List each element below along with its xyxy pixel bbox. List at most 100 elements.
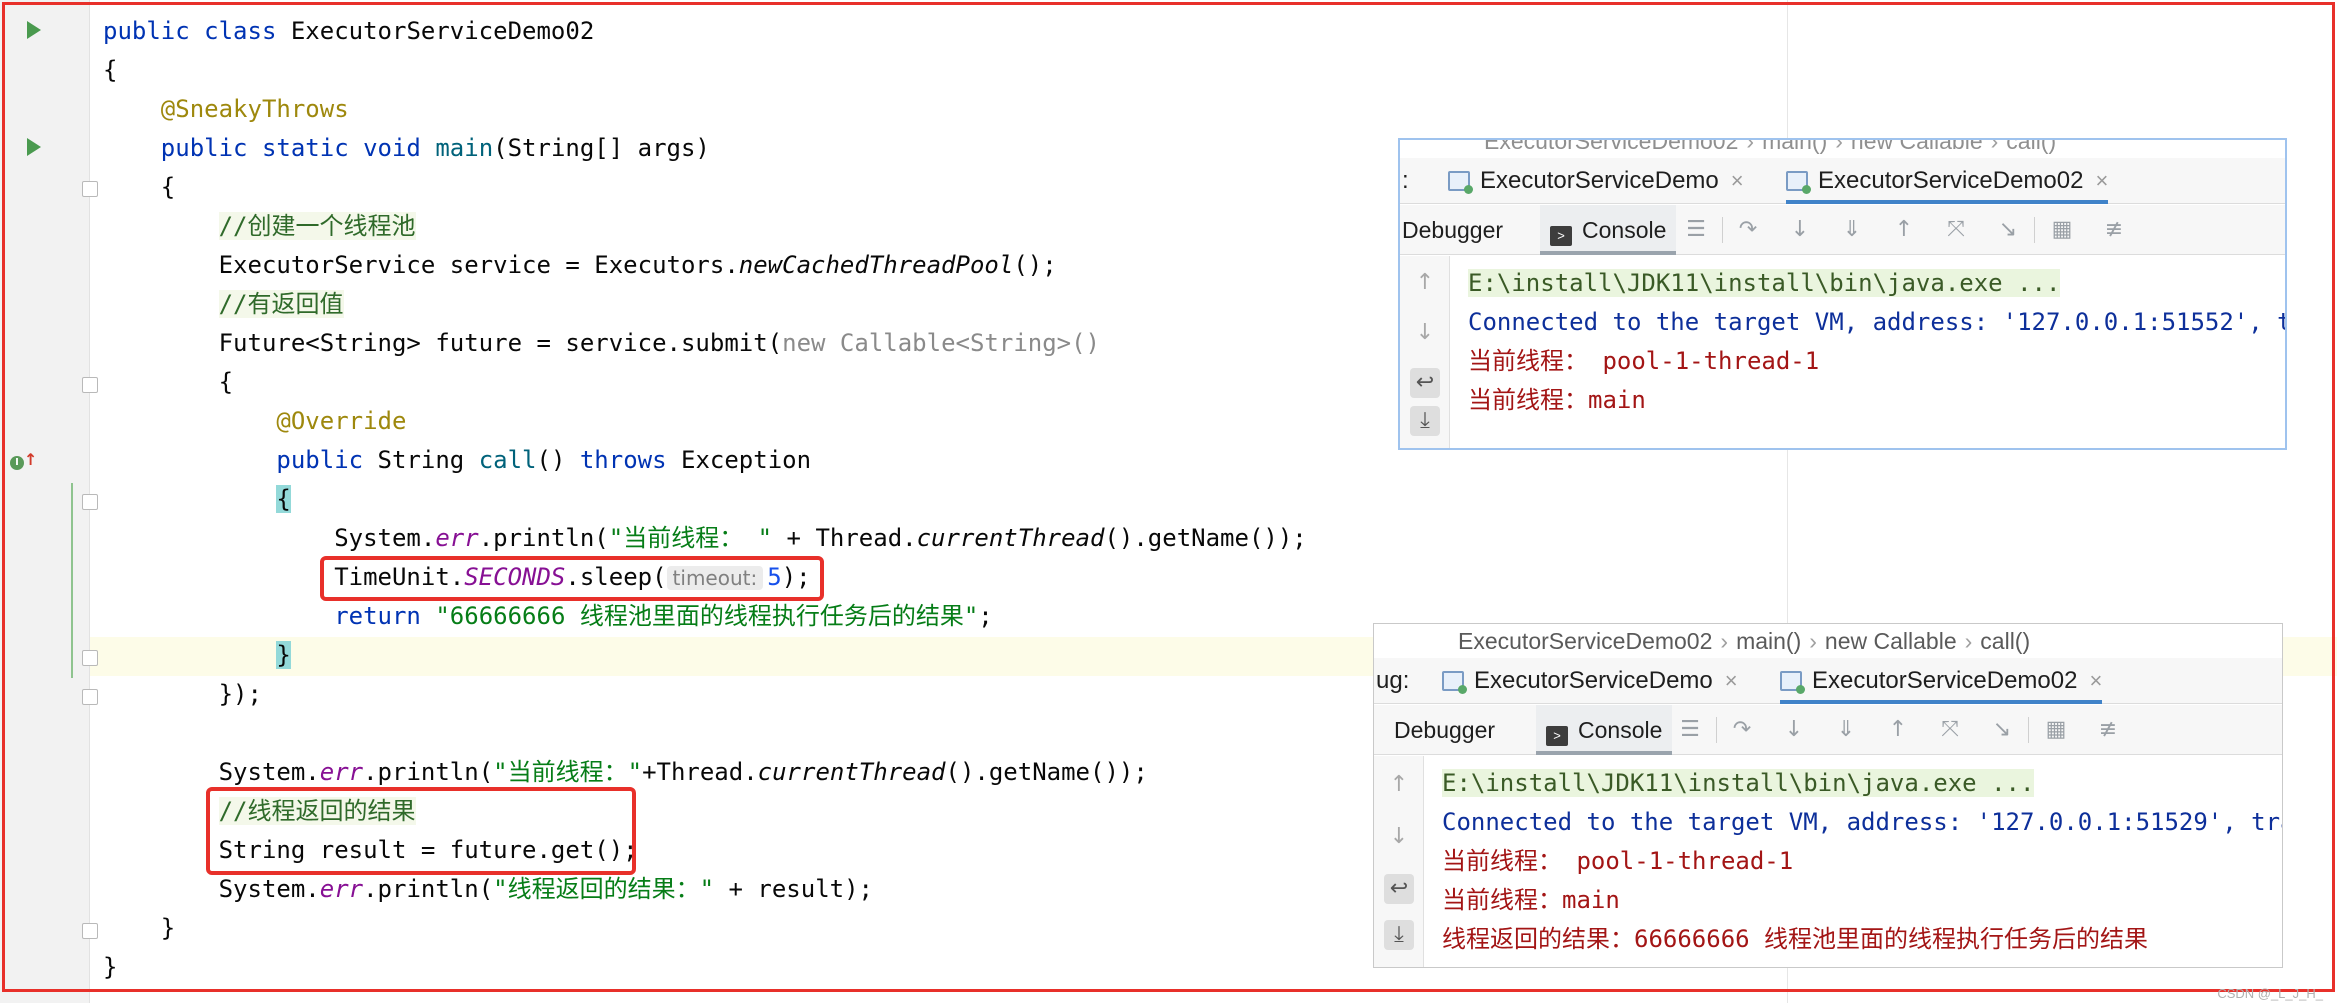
menu-icon[interactable]: ☰ [1676,716,1704,744]
run-class-icon[interactable] [27,21,41,39]
run-main-icon[interactable] [27,138,41,156]
override-annotation: @Override [276,407,407,435]
trace-icon[interactable]: ≢ [2094,716,2122,744]
tab-executor-service-demo[interactable]: ExecutorServiceDemo × [1442,658,1738,704]
fold-main-end-icon[interactable] [82,923,98,939]
debugger-tab[interactable]: Debugger [1402,205,1503,255]
run-config-icon [1786,171,1811,194]
step-into-icon[interactable]: ↓ [1786,216,1814,244]
up-arrow-icon[interactable]: ↑ [1384,770,1414,800]
run-to-cursor-icon[interactable]: ↘ [1994,216,2022,244]
throws-keyword: throws [579,446,667,474]
comment-create-pool: //创建一个线程池 [218,212,416,240]
up-arrow-icon[interactable]: ↑ [1410,268,1440,298]
down-arrow-icon[interactable]: ↓ [1384,822,1414,852]
trace-icon[interactable]: ≢ [2100,216,2128,244]
console-tab[interactable]: > Console [1536,705,1673,755]
matched-brace-open: { [276,485,291,513]
crumb-call[interactable]: call() [1980,628,2030,654]
breadcrumb: ExecutorServiceDemo02 › main() › new Callabl… [1374,624,2282,658]
evaluate-icon[interactable]: ▦ [2048,216,2076,244]
drop-frame-icon[interactable]: ⤧ [1936,716,1964,744]
comment-has-return: //有返回值 [218,290,344,318]
editor-gutter [0,0,90,1003]
crumb-class[interactable]: ExecutorServiceDemo02 [1458,628,1712,654]
debug-panel-1[interactable]: ExecutorServiceDemo02 › main() › new Callabl… [1398,138,2287,450]
close-icon[interactable]: × [1731,168,1744,193]
println2-end: ().getName()); [945,758,1148,786]
tab-executor-service-demo02[interactable]: ExecutorServiceDemo02 × [1780,658,2103,704]
drop-frame-icon[interactable]: ⤧ [1942,216,1970,244]
future-get-highlight-box [206,787,636,875]
crumb-method[interactable]: main() [1762,140,1827,154]
step-out-icon[interactable]: ↑ [1884,716,1912,744]
down-arrow-icon[interactable]: ↓ [1410,318,1440,348]
call-exception: Exception [666,446,812,474]
code-line-8: //有返回值 [103,285,344,324]
force-step-into-icon[interactable]: ⇓ [1832,716,1860,744]
fold-anon-end-icon[interactable] [82,689,98,705]
debugger-tab[interactable]: Debugger [1394,705,1495,755]
vcs-change-marker [71,483,73,678]
close-icon[interactable]: × [1725,668,1738,693]
code-line-18: }); [103,675,262,714]
fold-call-end-icon[interactable] [82,650,98,666]
console-tab[interactable]: > Console [1540,205,1677,255]
console-side-strip: ↑ ↓ ↩ ⤓ [1400,256,1450,448]
console-label: Console [1582,217,1667,243]
step-out-icon[interactable]: ↑ [1890,216,1918,244]
implements-method-icon[interactable]: I ↑ [10,450,37,470]
step-into-icon[interactable]: ↓ [1780,716,1808,744]
println1-err-field: err [435,524,479,552]
force-step-into-icon[interactable]: ⇓ [1838,216,1866,244]
fold-anon-class-icon[interactable] [82,377,98,393]
return-string: "66666666 线程池里面的线程执行任务后的结果" [435,602,979,630]
evaluate-icon[interactable]: ▦ [2042,716,2070,744]
tab-executor-service-demo[interactable]: ExecutorServiceDemo × [1448,158,1744,204]
code-line-9: Future<String> future = service.submit(n… [103,324,1100,363]
close-icon[interactable]: × [2089,668,2102,693]
tab-executor-service-demo02[interactable]: ExecutorServiceDemo02 × [1786,158,2109,204]
code-line-2: { [103,56,118,84]
tab-label: ExecutorServiceDemo02 [1812,667,2078,694]
println2-system: System. [218,758,320,786]
run-to-cursor-icon[interactable]: ↘ [1988,716,2016,744]
debug-tabbar: ug: ExecutorServiceDemo × ExecutorService… [1374,658,2282,704]
step-over-icon[interactable]: ↷ [1734,216,1762,244]
println3-err-field: err [319,875,364,903]
code-line-4: public static void main(String[] args) [160,134,710,162]
soft-wrap-icon[interactable]: ↩ [1410,368,1440,398]
java-command: E:\install\JDK11\install\bin\java.exe ..… [1468,269,2061,297]
println1-string: "当前线程： " [608,524,773,552]
code-line-25: } [103,953,118,981]
crumb-anon[interactable]: new Callable [1851,140,1983,154]
menu-icon[interactable]: ☰ [1682,216,1710,244]
breadcrumb: ExecutorServiceDemo02 › main() › new Callabl… [1400,140,2285,158]
new-callable-folded: new Callable<String>() [782,329,1101,357]
console-icon: > [1550,226,1572,246]
tab-label: ExecutorServiceDemo [1474,667,1713,694]
crumb-anon[interactable]: new Callable [1825,628,1957,654]
code-line-3: @SneakyThrows [103,90,349,129]
debug-toolbar: Debugger > Console ☰ ↷ ↓ ⇓ ↑ ⤧ ↘ ▦ ≢ [1400,205,2285,255]
step-over-icon[interactable]: ↷ [1728,716,1756,744]
crumb-method[interactable]: main() [1736,628,1801,654]
crumb-class[interactable]: ExecutorServiceDemo02 [1484,140,1738,154]
console-output[interactable]: E:\install\JDK11\install\bin\java.exe ..… [1430,764,2282,967]
fold-main-icon[interactable] [82,181,98,197]
debug-toolbar: Debugger > Console ☰ ↷ ↓ ⇓ ↑ ⤧ ↘ ▦ ≢ [1374,705,2282,755]
debug-panel-2[interactable]: ExecutorServiceDemo02 › main() › new Callabl… [1373,623,2283,968]
scroll-to-end-icon[interactable]: ⤓ [1384,920,1414,950]
fold-call-icon[interactable] [82,494,98,510]
code-line-1: public class ExecutorServiceDemo02 [103,17,595,45]
run-config-icon [1448,171,1473,194]
console-output[interactable]: E:\install\JDK11\install\bin\java.exe ..… [1456,264,2285,448]
soft-wrap-icon[interactable]: ↩ [1384,874,1414,904]
println1-current-thread: currentThread [916,524,1105,552]
code-line-17: } [103,636,291,675]
println2-concat: +Thread. [642,758,758,786]
crumb-call[interactable]: call() [2006,140,2056,154]
close-icon[interactable]: × [2095,168,2108,193]
scroll-to-end-icon[interactable]: ⤓ [1410,406,1440,436]
